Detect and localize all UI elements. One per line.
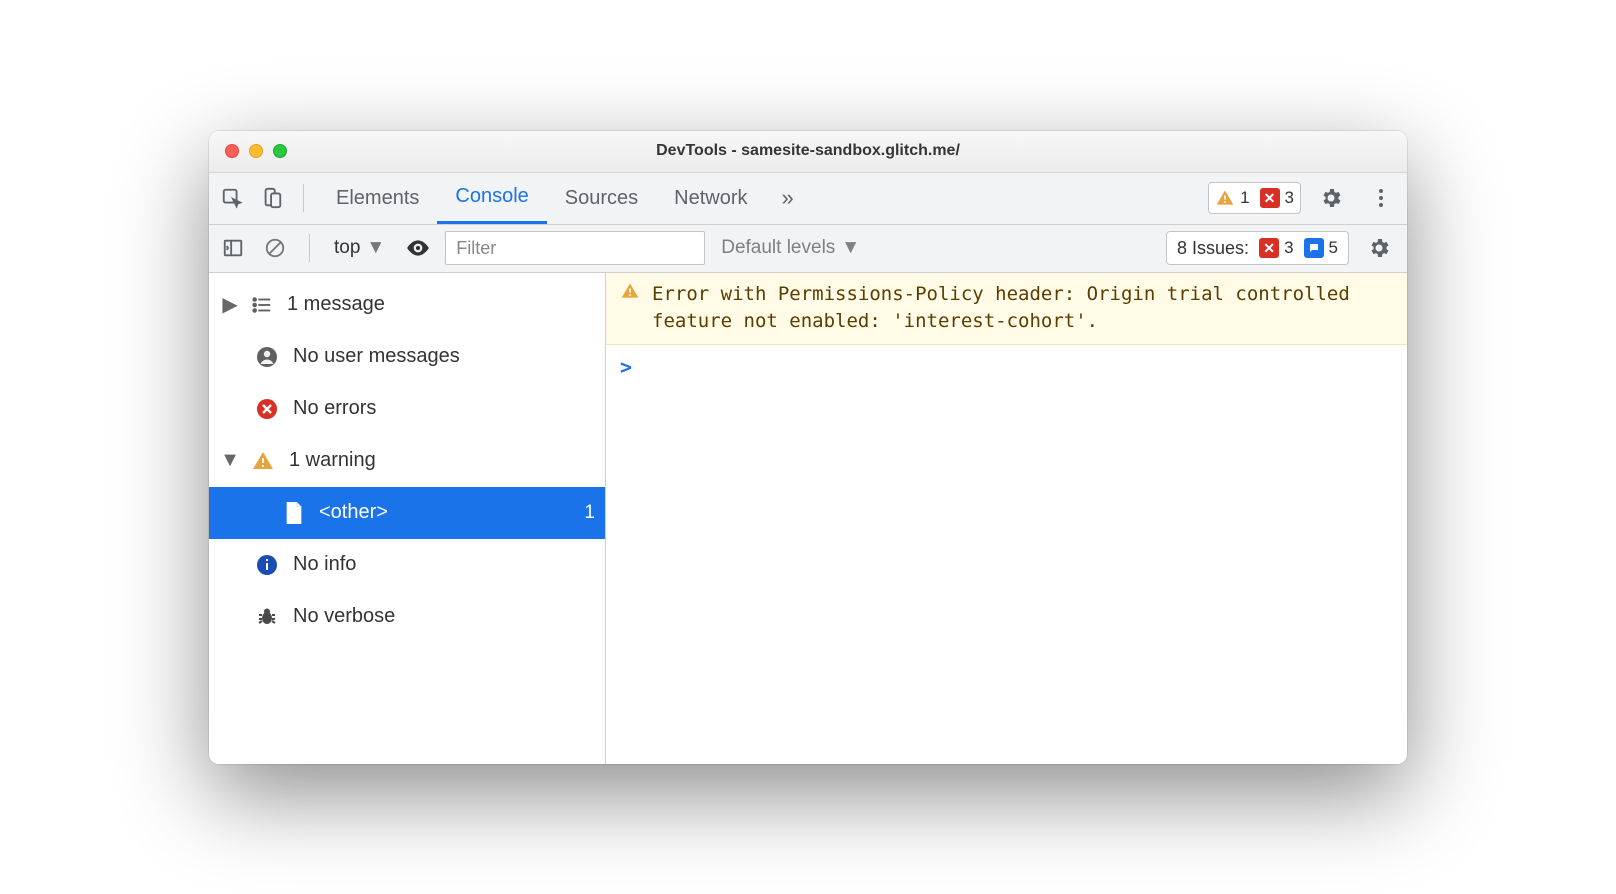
expand-icon: ▶ bbox=[223, 292, 237, 317]
devtools-window: DevTools - samesite-sandbox.glitch.me/ E… bbox=[209, 131, 1407, 764]
sidebar-verbose[interactable]: No verbose bbox=[209, 591, 605, 643]
issues-summary[interactable]: 8 Issues: ✕3 5 bbox=[1166, 231, 1349, 265]
sidebar-other-label: <other> bbox=[319, 501, 388, 524]
bug-icon bbox=[255, 605, 279, 629]
message-icon bbox=[1304, 238, 1324, 258]
tab-console[interactable]: Console bbox=[437, 173, 546, 224]
user-icon bbox=[255, 345, 279, 369]
sidebar-info[interactable]: No info bbox=[209, 539, 605, 591]
console-warning-row[interactable]: Error with Permissions-Policy header: Or… bbox=[606, 273, 1407, 345]
filter-input[interactable] bbox=[445, 231, 705, 265]
issues-error-count: 3 bbox=[1284, 238, 1293, 258]
sidebar-messages[interactable]: ▶ 1 message bbox=[209, 279, 605, 331]
tab-sources[interactable]: Sources bbox=[547, 173, 656, 224]
sidebar-verbose-label: No verbose bbox=[293, 605, 395, 628]
toggle-sidebar-icon[interactable] bbox=[217, 232, 249, 264]
console-output: Error with Permissions-Policy header: Or… bbox=[606, 273, 1407, 764]
console-toolbar: top ▼ Default levels ▼ 8 Issues: ✕3 5 bbox=[209, 225, 1407, 273]
device-toggle-icon[interactable] bbox=[255, 181, 289, 215]
sidebar-user-messages[interactable]: No user messages bbox=[209, 331, 605, 383]
levels-label: Default levels bbox=[721, 237, 835, 259]
sidebar-errors[interactable]: No errors bbox=[209, 383, 605, 435]
dropdown-icon: ▼ bbox=[366, 237, 385, 259]
clear-console-icon[interactable] bbox=[259, 232, 291, 264]
sidebar-other-count: 1 bbox=[584, 502, 595, 524]
sidebar-warnings-label: 1 warning bbox=[289, 449, 376, 472]
sidebar-user-label: No user messages bbox=[293, 345, 460, 368]
sidebar-messages-label: 1 message bbox=[287, 293, 385, 316]
tab-network[interactable]: Network bbox=[656, 173, 765, 224]
file-icon bbox=[283, 500, 305, 526]
sidebar-errors-label: No errors bbox=[293, 397, 376, 420]
issues-message-count: 5 bbox=[1329, 238, 1338, 258]
warning-count: 1 bbox=[1240, 188, 1249, 208]
issues-label: 8 Issues: bbox=[1177, 238, 1249, 259]
tabs-overflow-icon[interactable]: » bbox=[772, 185, 804, 211]
separator bbox=[309, 234, 310, 262]
warning-message-text: Error with Permissions-Policy header: Or… bbox=[652, 281, 1393, 336]
title-bar: DevTools - samesite-sandbox.glitch.me/ bbox=[209, 131, 1407, 173]
collapse-icon: ▼ bbox=[223, 449, 237, 472]
main-toolbar: Elements Console Sources Network » 1 ✕ 3 bbox=[209, 173, 1407, 225]
traffic-lights bbox=[225, 144, 287, 158]
sidebar-other[interactable]: <other> 1 bbox=[209, 487, 605, 539]
error-icon: ✕ bbox=[1259, 238, 1279, 258]
separator bbox=[303, 184, 304, 212]
info-icon bbox=[255, 553, 279, 577]
console-sidebar: ▶ 1 message No user messages No errors ▼… bbox=[209, 273, 606, 764]
live-expression-icon[interactable] bbox=[401, 231, 435, 265]
error-icon bbox=[255, 397, 279, 421]
sidebar-info-label: No info bbox=[293, 553, 356, 576]
maximize-window-button[interactable] bbox=[273, 144, 287, 158]
sidebar-warnings[interactable]: ▼ 1 warning bbox=[209, 435, 605, 487]
tab-elements[interactable]: Elements bbox=[318, 173, 437, 224]
error-count: 3 bbox=[1285, 188, 1294, 208]
minimize-window-button[interactable] bbox=[249, 144, 263, 158]
window-title: DevTools - samesite-sandbox.glitch.me/ bbox=[209, 142, 1407, 160]
warning-icon bbox=[251, 449, 275, 473]
log-levels-selector[interactable]: Default levels ▼ bbox=[715, 237, 866, 259]
error-warning-summary[interactable]: 1 ✕ 3 bbox=[1208, 182, 1301, 214]
more-options-icon[interactable] bbox=[1361, 186, 1401, 210]
close-window-button[interactable] bbox=[225, 144, 239, 158]
warning-icon bbox=[1215, 188, 1235, 208]
error-icon: ✕ bbox=[1260, 188, 1280, 208]
panel-tabs: Elements Console Sources Network bbox=[318, 173, 766, 224]
warning-icon bbox=[620, 281, 640, 301]
dropdown-icon: ▼ bbox=[841, 237, 860, 259]
list-icon bbox=[251, 294, 273, 316]
console-settings-icon[interactable] bbox=[1359, 236, 1399, 260]
console-content: ▶ 1 message No user messages No errors ▼… bbox=[209, 273, 1407, 764]
inspect-element-icon[interactable] bbox=[215, 181, 249, 215]
settings-icon[interactable] bbox=[1311, 186, 1351, 210]
prompt-chevron-icon: > bbox=[620, 355, 632, 379]
execution-context-selector[interactable]: top ▼ bbox=[328, 237, 391, 259]
console-prompt[interactable]: > bbox=[606, 345, 1407, 389]
context-label: top bbox=[334, 237, 360, 259]
